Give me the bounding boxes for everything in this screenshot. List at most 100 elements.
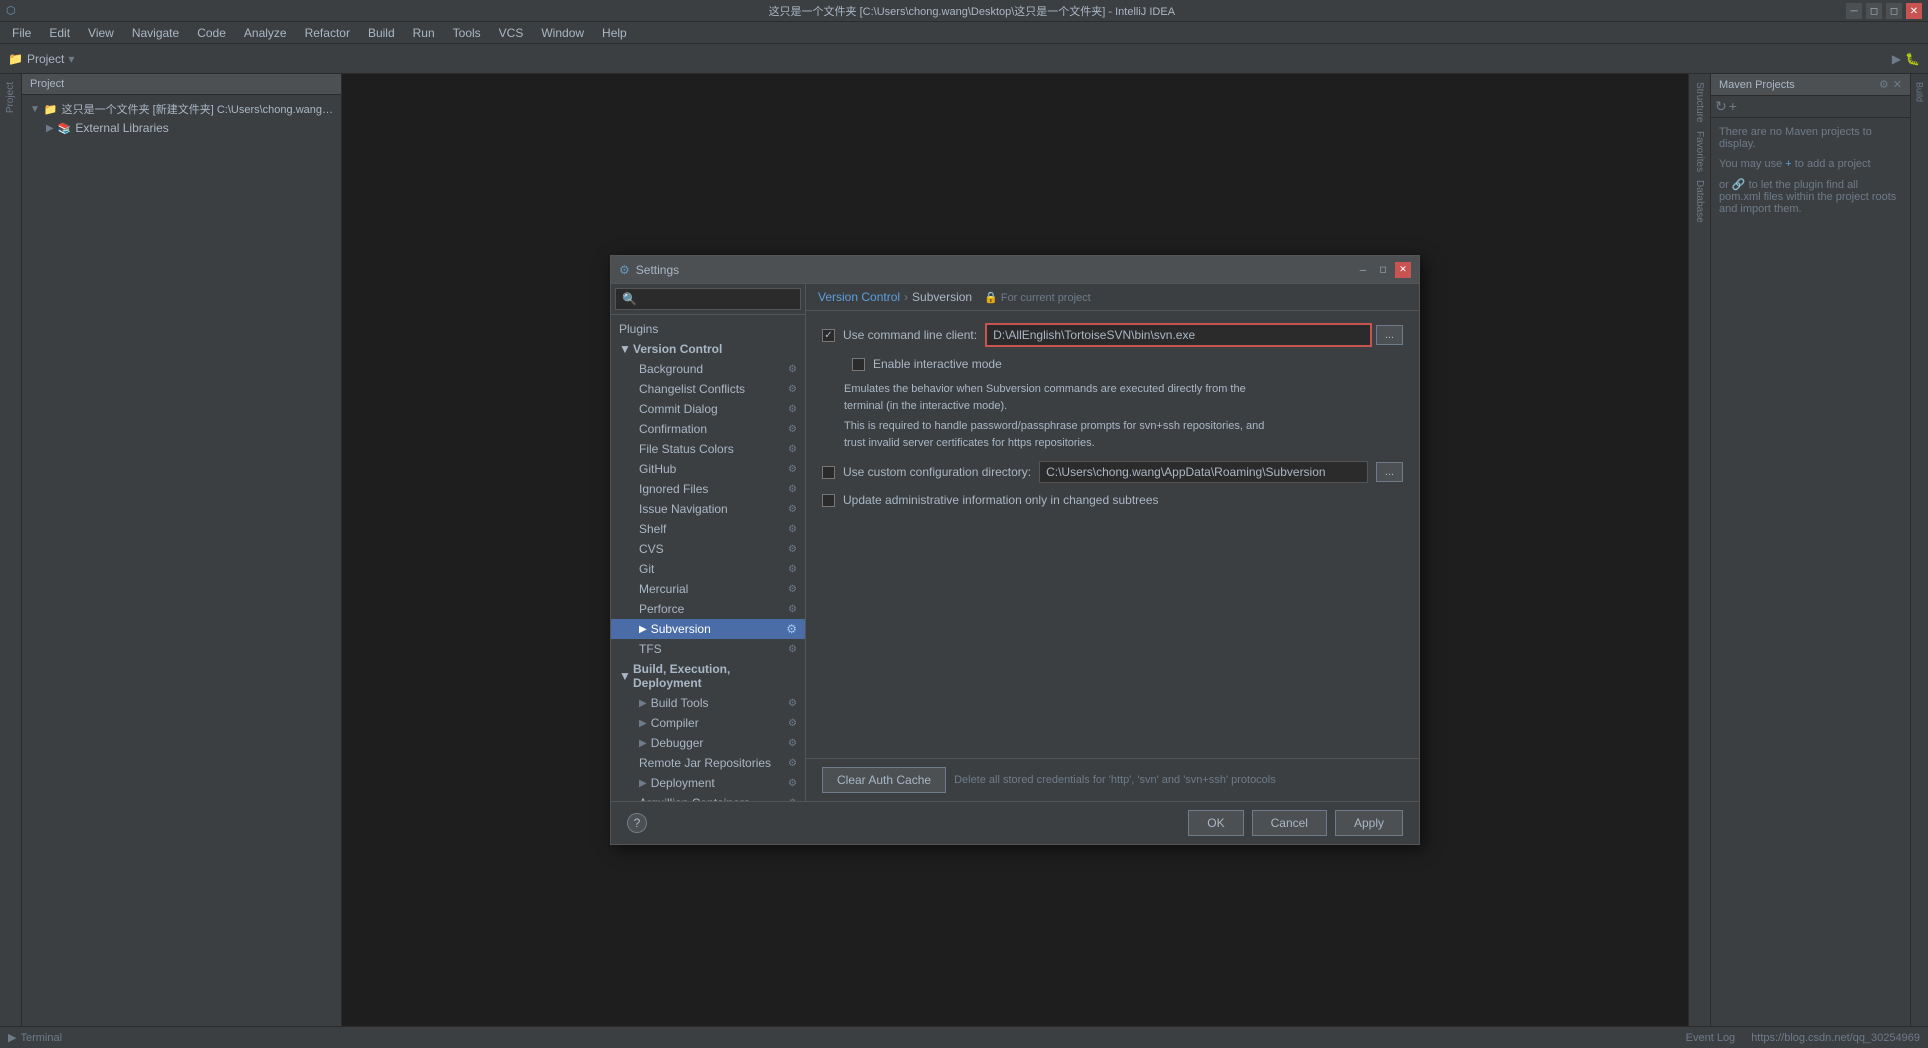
menu-run[interactable]: Run [405,24,443,42]
menu-edit[interactable]: Edit [41,24,78,42]
close-button[interactable]: ✕ [1906,3,1922,19]
settings-search-input[interactable] [615,288,801,310]
settings-item-github[interactable]: GitHub ⚙ [611,459,805,479]
toolbar-debug-icon[interactable]: 🐛 [1905,52,1920,66]
ext-tree-arrow-icon: ▶ [46,123,54,134]
clear-auth-cache-button[interactable]: Clear Auth Cache [822,767,946,793]
external-libraries-item[interactable]: ▶ 📚 External Libraries [26,119,337,137]
breadcrumb-current-label: Subversion [912,290,972,304]
update-admin-checkbox[interactable] [822,494,835,507]
maven-add-icon-inline[interactable]: + [1785,158,1794,170]
database-tab[interactable]: Database [1692,176,1707,227]
custom-dir-input[interactable] [1039,461,1368,483]
menu-analyze[interactable]: Analyze [236,24,295,42]
settings-plugins-item[interactable]: Plugins [611,319,805,339]
maven-add-icon[interactable]: + [1729,98,1737,115]
settings-item-build-tools[interactable]: ▶ Build Tools ⚙ [611,693,805,713]
project-tab[interactable]: Project [3,78,18,117]
ignored-files-label: Ignored Files [639,482,708,496]
favorites-tab[interactable]: Favorites [1692,127,1707,176]
background-label: Background [639,362,703,376]
menu-window[interactable]: Window [533,24,592,42]
menu-file[interactable]: File [4,24,39,42]
maven-close-icon[interactable]: ✕ [1893,78,1902,91]
build-tools-gear-icon: ⚙ [788,698,797,709]
for-current-project-badge: 🔒 For current project [984,291,1091,304]
menu-build[interactable]: Build [360,24,403,42]
remote-jar-gear-icon: ⚙ [788,758,797,769]
settings-item-perforce[interactable]: Perforce ⚙ [611,599,805,619]
changelist-label: Changelist Conflicts [639,382,745,396]
git-gear-icon: ⚙ [788,564,797,575]
dialog-minimize-button[interactable]: ─ [1355,262,1371,278]
event-log-tab[interactable]: Event Log [1686,1032,1736,1044]
description-block: Emulates the behavior when Subversion co… [844,381,1403,451]
use-custom-dir-checkbox[interactable] [822,466,835,479]
settings-item-remote-jar[interactable]: Remote Jar Repositories ⚙ [611,753,805,773]
settings-item-arquillian[interactable]: Arquillian Containers ⚙ [611,793,805,801]
use-command-line-checkbox[interactable] [822,329,835,342]
settings-item-git[interactable]: Git ⚙ [611,559,805,579]
breadcrumb-parent-link[interactable]: Version Control [818,290,900,304]
changelist-gear-icon: ⚙ [788,384,797,395]
minimize-button[interactable]: ─ [1846,3,1862,19]
enable-interactive-label: Enable interactive mode [873,357,1002,371]
background-gear-icon: ⚙ [788,364,797,375]
command-line-path-input[interactable] [985,323,1372,347]
project-root-item[interactable]: ▼ 📁 这只是一个文件夹 [新建文件夹] C:\Users\chong.wang… [26,99,337,119]
terminal-tab[interactable]: ▶ Terminal [8,1031,62,1044]
issue-nav-label: Issue Navigation [639,502,728,516]
build-execution-expand-icon: ▼ [619,669,629,683]
dialog-close-button[interactable]: ✕ [1395,262,1411,278]
menu-help[interactable]: Help [594,24,635,42]
toolbar-dropdown-icon[interactable]: ▾ [68,52,74,66]
update-admin-label: Update administrative information only i… [843,493,1159,507]
settings-item-background[interactable]: Background ⚙ [611,359,805,379]
restore-button[interactable]: ◻ [1866,3,1882,19]
settings-item-file-status[interactable]: File Status Colors ⚙ [611,439,805,459]
custom-dir-browse-button[interactable]: ... [1376,462,1403,482]
settings-item-compiler[interactable]: ▶ Compiler ⚙ [611,713,805,733]
dialog-restore-button[interactable]: ◻ [1375,262,1391,278]
settings-item-confirmation[interactable]: Confirmation ⚙ [611,419,805,439]
build-execution-section[interactable]: ▼ Build, Execution, Deployment [611,659,805,693]
build-tab[interactable]: Build [1913,78,1927,106]
settings-item-deployment[interactable]: ▶ Deployment ⚙ [611,773,805,793]
confirmation-gear-icon: ⚙ [788,424,797,435]
menu-code[interactable]: Code [189,24,234,42]
settings-item-ignored-files[interactable]: Ignored Files ⚙ [611,479,805,499]
menu-tools[interactable]: Tools [445,24,489,42]
structure-tab[interactable]: Structure [1692,78,1707,127]
ok-button[interactable]: OK [1188,810,1243,836]
settings-search-area [611,284,805,315]
apply-button[interactable]: Apply [1335,810,1403,836]
settings-item-debugger[interactable]: ▶ Debugger ⚙ [611,733,805,753]
browse-button[interactable]: ... [1376,325,1403,345]
version-control-section[interactable]: ▼ Version Control [611,339,805,359]
menu-navigate[interactable]: Navigate [124,24,187,42]
settings-item-tfs[interactable]: TFS ⚙ [611,639,805,659]
help-button[interactable]: ? [627,813,647,833]
settings-item-issue-nav[interactable]: Issue Navigation ⚙ [611,499,805,519]
event-log-label: Event Log [1686,1032,1736,1044]
settings-item-shelf[interactable]: Shelf ⚙ [611,519,805,539]
enable-interactive-checkbox[interactable] [852,358,865,371]
settings-item-subversion[interactable]: ▶ Subversion ⚙ [611,619,805,639]
menu-refactor[interactable]: Refactor [297,24,358,42]
version-control-expand-icon: ▼ [619,342,629,356]
menu-view[interactable]: View [80,24,122,42]
toolbar-run-icon[interactable]: ▶ [1892,52,1901,66]
settings-item-changelist[interactable]: Changelist Conflicts ⚙ [611,379,805,399]
maven-settings-icon[interactable]: ⚙ [1879,78,1889,91]
settings-item-commit-dialog[interactable]: Commit Dialog ⚙ [611,399,805,419]
menu-vcs[interactable]: VCS [491,24,532,42]
dialog-title-bar: ⚙ Settings ─ ◻ ✕ [611,256,1419,284]
settings-item-mercurial[interactable]: Mercurial ⚙ [611,579,805,599]
maven-find-icon-inline[interactable]: 🔗 [1732,179,1749,191]
settings-tree-panel: Plugins ▼ Version Control Background ⚙ [611,284,806,801]
libraries-icon: 📚 [58,122,72,135]
maximize-button[interactable]: ◻ [1886,3,1902,19]
cancel-button[interactable]: Cancel [1252,810,1327,836]
settings-item-cvs[interactable]: CVS ⚙ [611,539,805,559]
maven-refresh-icon[interactable]: ↻ [1715,98,1727,115]
